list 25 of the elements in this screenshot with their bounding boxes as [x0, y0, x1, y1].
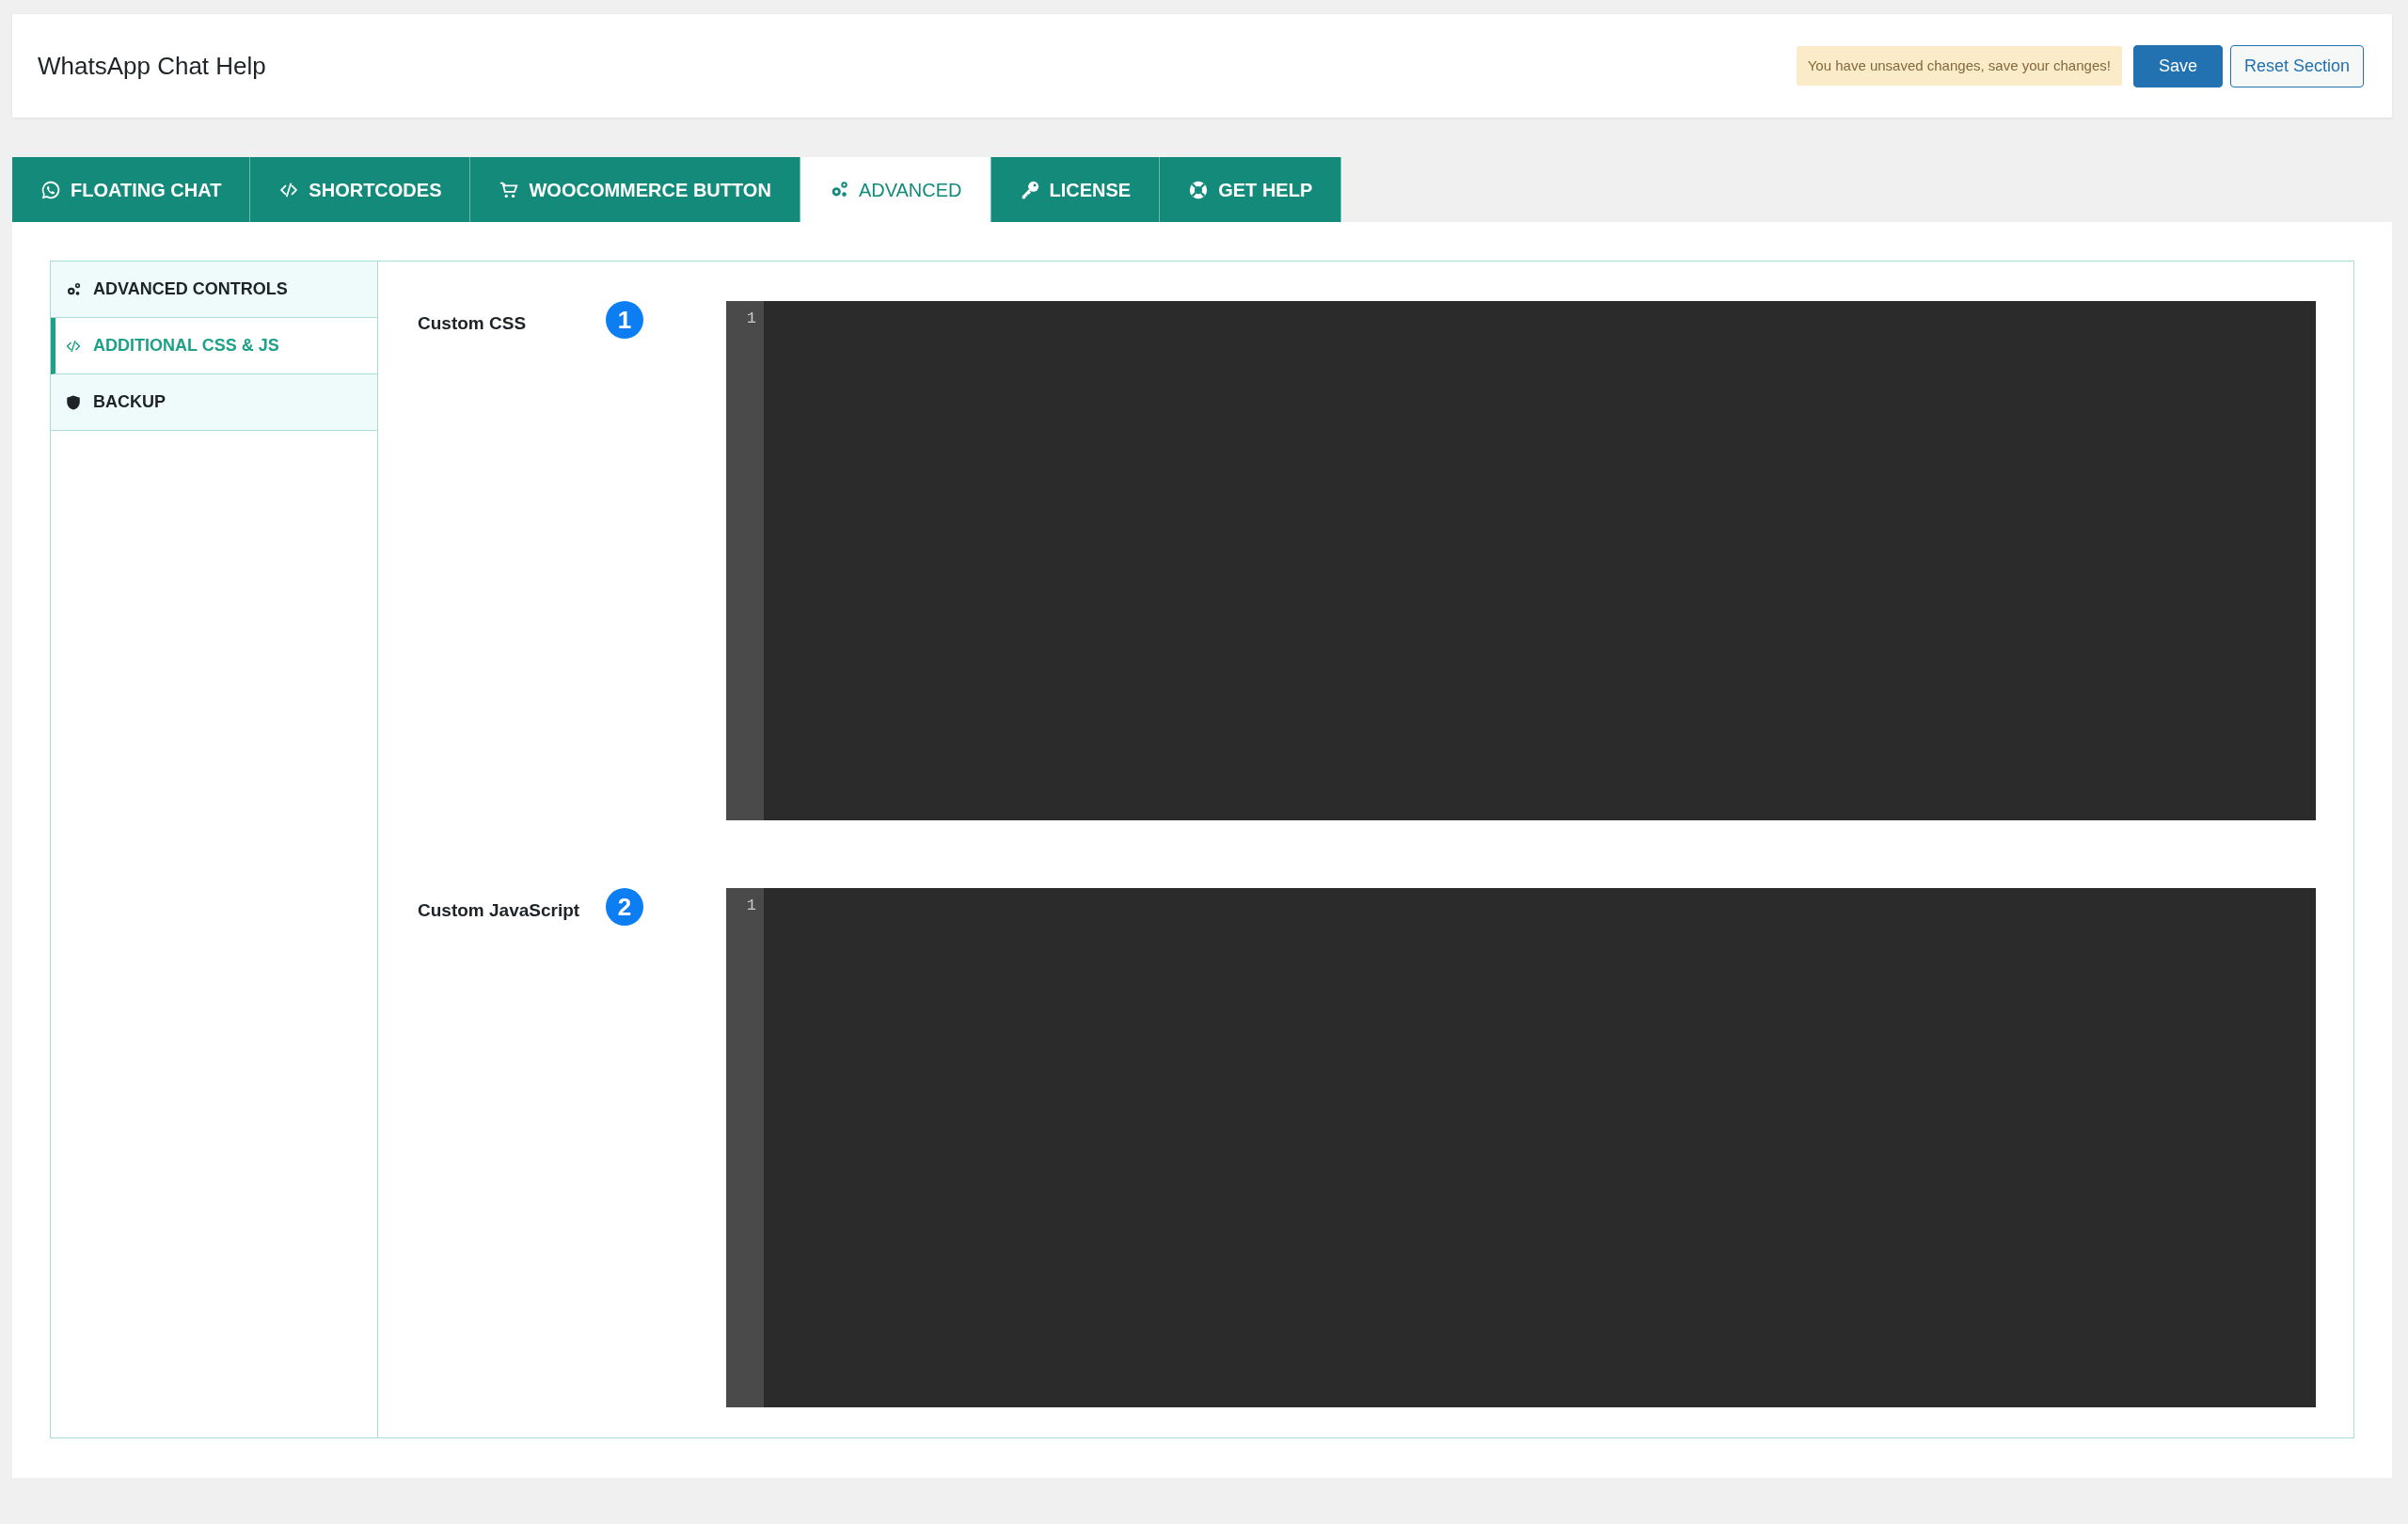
save-button[interactable]: Save — [2132, 44, 2223, 87]
line-number: 1 — [746, 310, 756, 327]
code-editor[interactable]: 1 — [726, 888, 2316, 1407]
shield-icon — [65, 393, 82, 411]
number-badge: 2 — [606, 888, 643, 926]
unsaved-notice: You have unsaved changes, save your changes! — [1796, 45, 2122, 87]
tab[interactable]: LICENSE — [990, 157, 1161, 222]
tab[interactable]: SHORTCODES — [250, 157, 471, 222]
tab[interactable]: WOOCOMMERCE BUTTON — [470, 157, 800, 222]
sidebar-item[interactable]: BACKUP — [51, 374, 377, 431]
tab[interactable]: ADVANCED — [800, 157, 991, 222]
field-label: Custom CSS — [418, 312, 528, 335]
line-number: 1 — [746, 897, 756, 914]
tab[interactable]: GET HELP — [1160, 157, 1342, 222]
field-label: Custom JavaScript — [418, 899, 581, 922]
gears-icon — [65, 280, 82, 298]
sidebar-item[interactable]: ADDITIONAL CSS & JS — [51, 318, 377, 374]
number-badge: 1 — [606, 301, 643, 339]
tab[interactable]: FLOATING CHAT — [12, 157, 251, 222]
code-editor[interactable]: 1 — [726, 301, 2316, 820]
chat-bubble-icon — [40, 179, 61, 200]
lifebuoy-icon — [1188, 179, 1210, 200]
reset-section-button[interactable]: Reset Section — [2229, 44, 2364, 87]
sidebar-item[interactable]: ADVANCED CONTROLS — [51, 262, 377, 318]
page-title: WhatsApp Chat Help — [38, 50, 266, 82]
